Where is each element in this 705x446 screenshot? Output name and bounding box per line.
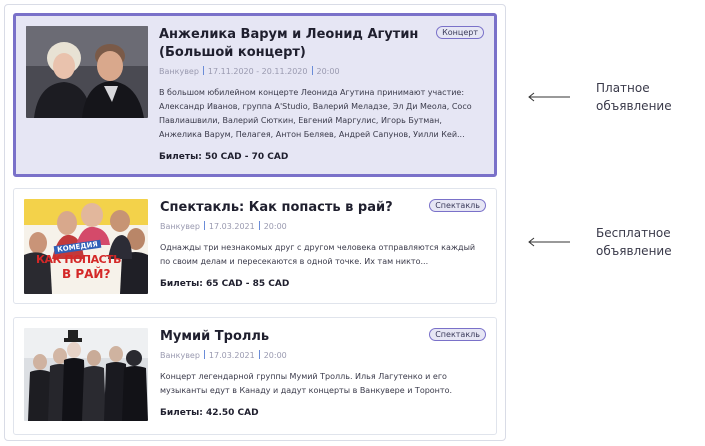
free-annotation: Бесплатное объявление — [596, 224, 672, 260]
category-badge: Спектакль — [429, 199, 486, 212]
arrow-left-icon — [528, 237, 570, 247]
event-time: 20:00 — [263, 351, 287, 360]
event-city: Ванкувер — [159, 67, 199, 76]
poster-title-line2: В РАЙ? — [62, 267, 111, 281]
paid-annotation-line2: объявление — [596, 99, 672, 113]
event-time: 20:00 — [263, 222, 287, 231]
meta-divider — [258, 350, 260, 359]
event-image-concert[interactable] — [26, 26, 148, 118]
paid-annotation-line1: Платное — [596, 81, 650, 95]
event-card-free[interactable]: Мумий Тролль Спектакль Ванкувер 17.03.202… — [13, 317, 497, 435]
arrow-left-icon — [528, 92, 570, 102]
meta-divider — [203, 221, 205, 230]
event-image-play-poster[interactable]: КОМЕДИЯ КАК ПОПАСТЬ В РАЙ? — [24, 199, 148, 294]
event-dates: 17.11.2020 - 20.11.2020 — [207, 67, 308, 76]
event-card-free[interactable]: КОМЕДИЯ КАК ПОПАСТЬ В РАЙ? Спектакль: Ка… — [13, 188, 497, 304]
event-description: Концерт легендарной группы Мумий Тролль.… — [160, 372, 453, 395]
events-list-panel: Анжелика Варум и Леонид Агутин (Большой … — [4, 4, 506, 441]
event-city: Ванкувер — [160, 222, 200, 231]
event-content: Спектакль: Как попасть в рай? Спектакль … — [160, 199, 486, 289]
poster-title-line1: КАК ПОПАСТЬ — [36, 253, 122, 266]
event-meta: Ванкувер 17.11.2020 - 20.11.2020 20:00 — [159, 66, 484, 78]
event-dates: 17.03.2021 — [208, 222, 255, 231]
event-city: Ванкувер — [160, 351, 200, 360]
event-description: Однажды три незнакомых друг с другом чел… — [160, 243, 476, 266]
meta-divider — [258, 221, 260, 230]
event-content: Анжелика Варум и Леонид Агутин (Большой … — [159, 26, 484, 162]
meta-divider — [311, 66, 313, 75]
event-card-paid[interactable]: Анжелика Варум и Леонид Агутин (Большой … — [13, 13, 497, 177]
event-description: В большом юбилейном концерте Леонида Агу… — [159, 88, 472, 139]
event-time: 20:00 — [316, 67, 340, 76]
free-annotation-line2: объявление — [596, 244, 672, 258]
event-image-band[interactable] — [24, 328, 148, 421]
meta-divider — [202, 66, 204, 75]
event-price: Билеты: 65 CAD - 85 CAD — [160, 279, 290, 289]
category-badge: Концерт — [436, 26, 484, 39]
event-price: Билеты: 50 CAD - 70 CAD — [159, 152, 289, 162]
event-dates: 17.03.2021 — [208, 351, 255, 360]
meta-divider — [203, 350, 205, 359]
event-meta: Ванкувер 17.03.2021 20:00 — [160, 221, 486, 233]
paid-annotation: Платное объявление — [596, 79, 672, 115]
free-annotation-line1: Бесплатное — [596, 226, 671, 240]
category-badge: Спектакль — [429, 328, 486, 341]
event-price: Билеты: 42.50 CAD — [160, 408, 259, 418]
event-meta: Ванкувер 17.03.2021 20:00 — [160, 350, 486, 362]
event-content: Мумий Тролль Спектакль Ванкувер 17.03.202… — [160, 328, 486, 418]
